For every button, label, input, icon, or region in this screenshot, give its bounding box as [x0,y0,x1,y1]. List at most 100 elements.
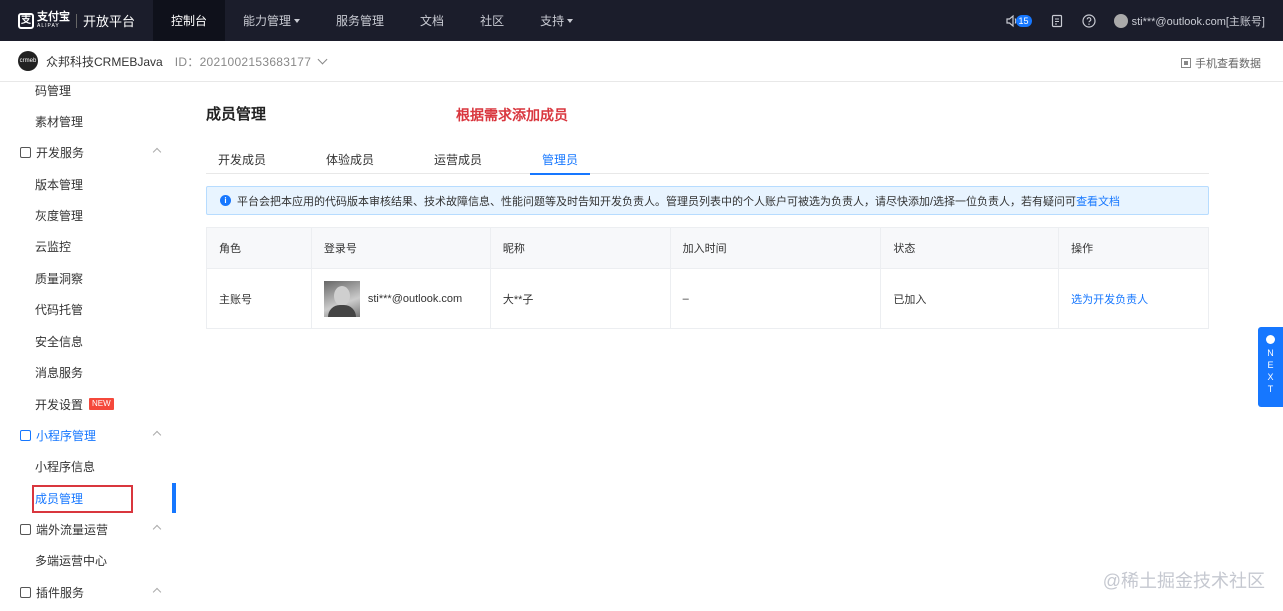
plugin-icon [20,586,31,598]
col-login: 登录号 [310,227,491,269]
app-header: crmeb 众邦科技CRMEBJava ID：2021002153683177 … [0,41,1283,82]
page-title: 成员管理 [206,106,267,123]
tab-developers[interactable]: 开发成员 [206,144,278,174]
next-floating-button[interactable]: N E X T [1258,327,1283,407]
sidebar-item-security[interactable]: 安全信息 [0,326,176,356]
mobile-data-label: 手机查看数据 [1195,58,1261,70]
sidebar-group-traffic[interactable]: 端外流量运营 [0,514,176,544]
top-nav-bar: 支 支付宝 ALIPAY 开放平台 控制台 能力管理 服务管理 文档 社区 支持… [0,0,1283,41]
sidebar-item-code[interactable]: 码管理 [0,82,176,105]
notification-button[interactable]: 15 [1005,14,1032,28]
login-text: sti***@outlook.com [367,292,463,305]
tab-testers[interactable]: 体验成员 [314,144,386,174]
member-tabs: 开发成员 体验成员 运营成员 管理员 [206,144,1209,175]
col-action: 操作 [1058,227,1209,269]
brand[interactable]: 支 支付宝 ALIPAY 开放平台 [0,0,153,41]
next-letter: X [1267,372,1274,382]
cell-role: 主账号 [206,268,312,329]
nav-service[interactable]: 服务管理 [318,0,402,41]
tab-label: 体验成员 [326,152,375,167]
sidebar: 码管理 素材管理 开发服务 版本管理 灰度管理 云监控 质量洞察 代码托管 安全… [0,82,176,611]
sidebar-item-label: 码管理 [35,83,72,98]
col-nickname: 昵称 [489,227,671,269]
view-docs-link[interactable]: 查看文档 [1076,193,1120,209]
col-role: 角色 [206,227,312,269]
table-header-row: 角色 登录号 昵称 加入时间 状态 操作 [206,227,1209,269]
sidebar-group-plugin[interactable]: 插件服务 [0,577,176,607]
sidebar-item-label: 小程序信息 [35,459,96,474]
info-notice: i 平台会把本应用的代码版本审核结果、技术故障信息、性能问题等及时告知开发负责人… [206,186,1209,215]
sidebar-group-dev-service[interactable]: 开发服务 [0,137,176,167]
sidebar-item-version[interactable]: 版本管理 [0,169,176,199]
sidebar-item-quality[interactable]: 质量洞察 [0,263,176,293]
nav-service-label: 服务管理 [336,14,385,28]
next-letter: E [1267,360,1274,370]
sidebar-item-label: 多端运营中心 [35,553,108,568]
tab-operators[interactable]: 运营成员 [422,144,494,174]
nav-support[interactable]: 支持 [522,0,591,41]
next-letter: N [1267,348,1274,358]
sidebar-item-miniapp-info[interactable]: 小程序信息 [0,451,176,481]
sidebar-item-gray[interactable]: 灰度管理 [0,200,176,230]
nav-community-label: 社区 [480,14,505,28]
sidebar-group-label: 端外流量运营 [36,522,109,537]
avatar [1113,13,1128,28]
next-letter: T [1267,384,1274,394]
nav-console[interactable]: 控制台 [153,0,226,41]
sidebar-item-label: 成员管理 [35,491,84,506]
sidebar-item-message[interactable]: 消息服务 [0,357,176,387]
avatar [323,280,360,317]
sidebar-item-code-hosting[interactable]: 代码托管 [0,294,176,324]
chevron-up-icon [152,147,162,157]
sidebar-item-label: 消息服务 [35,365,84,380]
tab-label: 管理员 [542,152,579,167]
sidebar-item-materials[interactable]: 素材管理 [0,106,176,136]
notification-badge: 15 [1015,14,1032,27]
chevron-down-icon[interactable] [317,54,328,64]
sidebar-item-label: 质量洞察 [35,271,84,286]
nav-docs[interactable]: 文档 [402,0,462,41]
set-dev-owner-link[interactable]: 选为开发负责人 [1071,294,1148,306]
col-status: 状态 [880,227,1060,269]
brand-divider [76,13,77,28]
sidebar-item-label: 素材管理 [35,114,84,129]
sidebar-group-miniapp[interactable]: 小程序管理 [0,420,176,450]
document-button[interactable] [1050,14,1064,28]
platform-name: 开放平台 [83,14,136,29]
col-join-time: 加入时间 [669,227,882,269]
members-table: 角色 登录号 昵称 加入时间 状态 操作 主账号 sti***@outlook.… [206,227,1209,329]
sidebar-group-label: 小程序管理 [36,428,97,443]
app-id: ID：2021002153683177 [174,54,312,69]
nav-console-label: 控制台 [171,14,208,28]
cell-action: 选为开发负责人 [1058,268,1209,329]
help-button[interactable] [1081,13,1096,28]
miniapp-icon [20,429,31,441]
tab-label: 运营成员 [434,152,483,167]
sidebar-item-label: 代码托管 [35,302,84,317]
tab-admins[interactable]: 管理员 [530,144,591,175]
user-menu[interactable]: sti***@outlook.com[主账号] [1113,13,1265,29]
sidebar-item-dev-settings[interactable]: 开发设置 NEW [0,389,176,419]
sidebar-item-members[interactable]: 成员管理 [0,483,176,513]
nav-capability[interactable]: 能力管理 [225,0,318,41]
document-icon [1051,14,1062,27]
sidebar-group-label: 开发服务 [36,145,85,160]
sidebar-item-label: 灰度管理 [35,208,84,223]
sidebar-item-label: 版本管理 [35,177,84,192]
code-icon [20,146,31,158]
main-content: 成员管理 根据需求添加成员 开发成员 体验成员 运营成员 管理员 i 平台会把本… [176,82,1283,611]
chevron-up-icon [152,430,162,440]
alipay-mark-icon: 支 [18,12,34,29]
new-badge: NEW [89,398,114,410]
nav-capability-label: 能力管理 [243,14,292,28]
sidebar-item-multi-ops[interactable]: 多端运营中心 [0,545,176,575]
qrcode-icon [1181,58,1191,68]
nav-community[interactable]: 社区 [462,0,522,41]
mobile-data-link[interactable]: 手机查看数据 [1181,55,1261,71]
chevron-up-icon [152,524,162,534]
arrow-icon [1266,335,1275,344]
nav-docs-label: 文档 [420,14,445,28]
question-icon [1081,13,1096,28]
sidebar-item-cloud-monitor[interactable]: 云监控 [0,231,176,261]
caret-down-icon [294,18,301,23]
